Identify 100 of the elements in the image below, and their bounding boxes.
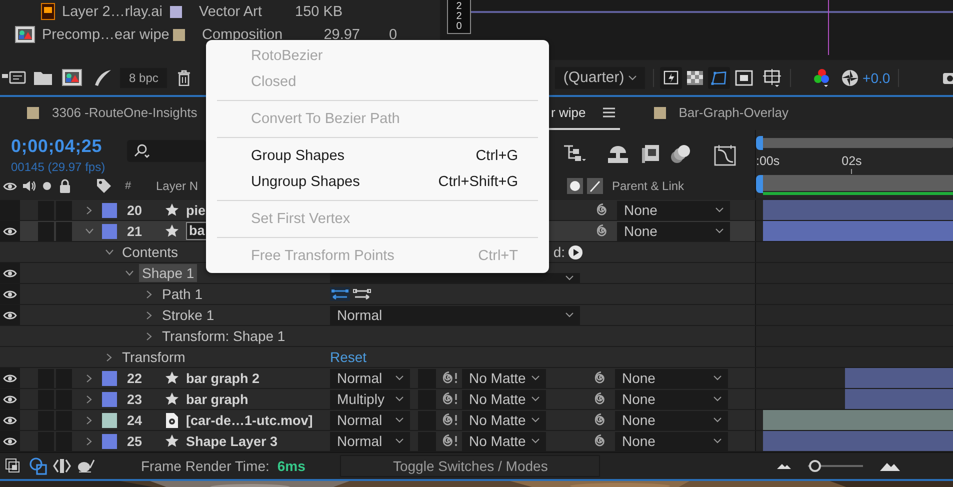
- layer-name-field[interactable]: ba: [186, 222, 208, 240]
- layer-name[interactable]: [car-de…1-utc.mov]: [186, 412, 313, 428]
- blend-mode-dropdown[interactable]: Multiply: [330, 390, 410, 408]
- reset-link[interactable]: Reset: [330, 349, 367, 365]
- visibility-switch[interactable]: [0, 221, 20, 241]
- timecode[interactable]: 0;00;04;25: [11, 136, 114, 157]
- speaker-icon[interactable]: [22, 179, 36, 193]
- chevron-icon[interactable]: [145, 332, 153, 340]
- path-direction-icon[interactable]: [352, 287, 372, 301]
- spiral-icon[interactable]: [441, 433, 459, 449]
- parent-dropdown[interactable]: None: [617, 222, 730, 240]
- grid-guides-icon[interactable]: [762, 68, 782, 88]
- blend-mode-dropdown[interactable]: Normal: [330, 410, 410, 430]
- tag-icon[interactable]: [96, 178, 112, 194]
- layer-name[interactable]: Shape Layer 3: [186, 434, 278, 448]
- menu-item[interactable]: Group Shapes Ctrl+G: [206, 143, 549, 169]
- spiral-icon[interactable]: [441, 412, 459, 428]
- path-direction-icon[interactable]: [330, 287, 350, 301]
- layer-name[interactable]: pie: [186, 202, 206, 218]
- shutter-icon[interactable]: [840, 68, 859, 86]
- switch-box[interactable]: [56, 200, 72, 220]
- trash-icon[interactable]: [177, 70, 192, 86]
- project-item-name[interactable]: Layer 2…rlay.ai: [62, 4, 170, 20]
- chevron-icon[interactable]: [105, 352, 113, 362]
- chevron-icon[interactable]: [85, 394, 93, 404]
- stacked-circles-icon[interactable]: [670, 144, 692, 164]
- mask-circle-icon[interactable]: [567, 178, 583, 194]
- exposure-value[interactable]: +0.0: [862, 70, 890, 86]
- layer-name[interactable]: bar graph: [186, 392, 248, 406]
- film-stack-icon[interactable]: [640, 144, 660, 164]
- chevron-icon[interactable]: [84, 227, 94, 235]
- folder-icon[interactable]: [34, 70, 52, 84]
- zoom-slider-handle[interactable]: [809, 460, 821, 472]
- property-name[interactable]: Transform: Shape 1: [159, 327, 288, 345]
- label-color-swatch[interactable]: [102, 392, 116, 406]
- parent-dropdown[interactable]: None: [615, 390, 728, 408]
- zoom-in-icon[interactable]: [879, 460, 902, 472]
- solo-icon[interactable]: [42, 181, 52, 191]
- fast-preview-icon[interactable]: [660, 66, 682, 88]
- visibility-switch[interactable]: [0, 305, 20, 325]
- chevron-icon[interactable]: [145, 310, 153, 320]
- resolution-dropdown[interactable]: (Quarter): [555, 66, 645, 88]
- spiral-icon[interactable]: [441, 391, 459, 407]
- blend-mode-dropdown[interactable]: Normal: [330, 432, 410, 450]
- label-color-swatch[interactable]: [102, 224, 116, 238]
- chevron-icon[interactable]: [85, 416, 93, 424]
- property-name[interactable]: Transform: [119, 348, 188, 366]
- label-color-swatch[interactable]: [102, 202, 116, 218]
- property-name[interactable]: Shape 1: [139, 264, 198, 282]
- bit-depth-button[interactable]: 8 bpc: [120, 68, 168, 88]
- chevron-icon[interactable]: [145, 290, 153, 298]
- zoom-out-icon[interactable]: [776, 462, 792, 470]
- composition-icon[interactable]: [62, 69, 82, 86]
- blend-mode-dropdown[interactable]: Normal: [330, 368, 410, 388]
- current-time-handle[interactable]: [756, 175, 763, 193]
- interpret-footage-icon[interactable]: [2, 70, 26, 84]
- graph-editor-icon[interactable]: [714, 144, 736, 166]
- eye-icon[interactable]: [3, 182, 17, 190]
- chevron-icon[interactable]: [104, 248, 114, 256]
- chevron-icon[interactable]: [85, 374, 93, 382]
- visibility-switch[interactable]: [0, 368, 20, 388]
- parent-dropdown[interactable]: None: [617, 200, 730, 220]
- visibility-switch[interactable]: [0, 431, 20, 451]
- menu-icon[interactable]: [602, 107, 616, 118]
- label-color-swatch[interactable]: [102, 412, 116, 428]
- chevron-icon[interactable]: [85, 436, 93, 446]
- property-name[interactable]: Path 1: [159, 285, 206, 303]
- blend-mode-dropdown[interactable]: Normal: [330, 306, 580, 324]
- switch-box[interactable]: [38, 222, 54, 240]
- stretch-icon[interactable]: [77, 459, 95, 473]
- transfer-controls-icon[interactable]: [29, 457, 47, 475]
- feather-icon[interactable]: [94, 70, 112, 86]
- region-of-interest-icon[interactable]: [734, 70, 753, 86]
- layer-switches-icon[interactable]: [5, 458, 21, 474]
- lock-icon[interactable]: [59, 179, 71, 193]
- switch-box[interactable]: [38, 200, 54, 220]
- work-area-start-handle[interactable]: [756, 136, 763, 150]
- transparency-grid-icon[interactable]: [686, 68, 704, 86]
- parent-dropdown[interactable]: None: [615, 368, 728, 388]
- switch-box[interactable]: [56, 222, 72, 240]
- toggle-switches-modes-button[interactable]: Toggle Switches / Modes: [340, 455, 600, 477]
- parent-dropdown[interactable]: None: [615, 432, 728, 450]
- parent-dropdown[interactable]: None: [615, 410, 728, 430]
- in-out-duration-icon[interactable]: [53, 458, 71, 474]
- menu-item[interactable]: Ungroup Shapes Ctrl+Shift+G: [206, 169, 549, 195]
- label-color-swatch[interactable]: [102, 370, 116, 386]
- property-name[interactable]: Contents: [119, 243, 182, 261]
- chevron-icon[interactable]: [85, 206, 93, 214]
- lamp-icon[interactable]: [606, 144, 630, 164]
- color-channels-icon[interactable]: [812, 68, 831, 88]
- track-matte-dropdown[interactable]: No Matte: [462, 432, 546, 450]
- visibility-switch[interactable]: [0, 263, 20, 283]
- visibility-switch[interactable]: [0, 200, 20, 220]
- flowchart-icon[interactable]: [563, 144, 587, 164]
- label-color-swatch[interactable]: [102, 434, 116, 448]
- chevron-icon[interactable]: [124, 269, 134, 277]
- spiral-icon[interactable]: [441, 370, 459, 386]
- pen-mask-icon[interactable]: [587, 178, 603, 194]
- track-matte-dropdown[interactable]: No Matte: [462, 390, 546, 408]
- track-matte-dropdown[interactable]: No Matte: [462, 410, 546, 430]
